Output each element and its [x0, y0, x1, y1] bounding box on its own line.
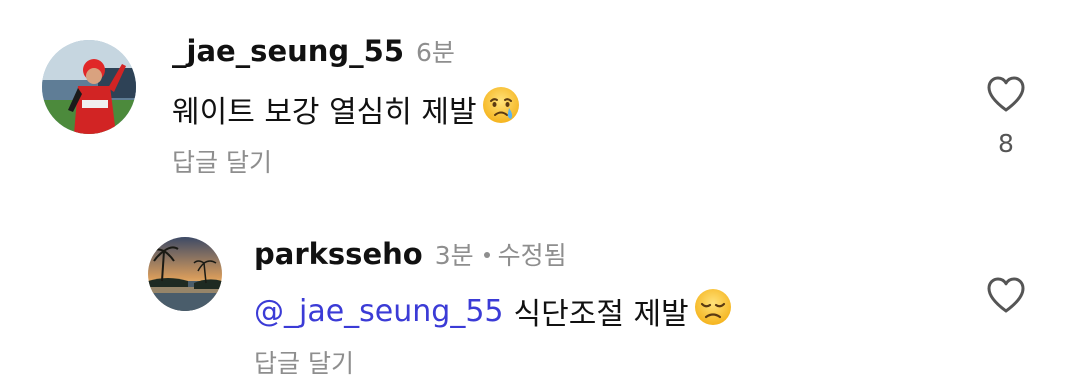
comment-item: _jae_seung_55 6분 웨이트 보강 열심히 제발 답글 달기 8 [0, 0, 1080, 200]
timestamp: 6분 [416, 38, 455, 67]
like-count: 8 [998, 129, 1014, 158]
crying-face-icon [481, 85, 521, 133]
comment-header: _jae_seung_55 6분 [172, 33, 455, 69]
comment-text: @_jae_seung_55 식단조절 제발 [254, 286, 733, 336]
reply-button[interactable]: 답글 달기 [254, 344, 354, 380]
disappointed-face-icon [693, 287, 733, 335]
avatar[interactable] [148, 237, 222, 311]
separator-dot [483, 252, 490, 258]
reply-comment-item: parksseho 3분 수정됨 @_jae_seung_55 식단조절 제발 답… [0, 200, 1080, 391]
comment-body: 웨이트 보강 열심히 제발 [172, 95, 477, 130]
like-button[interactable] [984, 273, 1028, 317]
comment-text: 웨이트 보강 열심히 제발 [172, 84, 521, 134]
username[interactable]: _jae_seung_55 [172, 34, 404, 68]
heart-icon [987, 277, 1025, 313]
username[interactable]: parksseho [254, 237, 423, 271]
mention-link[interactable]: @_jae_seung_55 [254, 294, 504, 329]
comment-body: 식단조절 제발 [513, 297, 689, 332]
timestamp-and-edited: 3분 수정됨 [435, 236, 567, 272]
like-button[interactable] [984, 72, 1028, 116]
reply-button[interactable]: 답글 달기 [172, 143, 272, 179]
edited-label: 수정됨 [497, 241, 567, 270]
timestamp: 3분 [434, 241, 474, 270]
heart-icon [987, 76, 1025, 112]
avatar[interactable] [42, 40, 136, 134]
comment-header: parksseho 3분 수정됨 [254, 236, 567, 272]
